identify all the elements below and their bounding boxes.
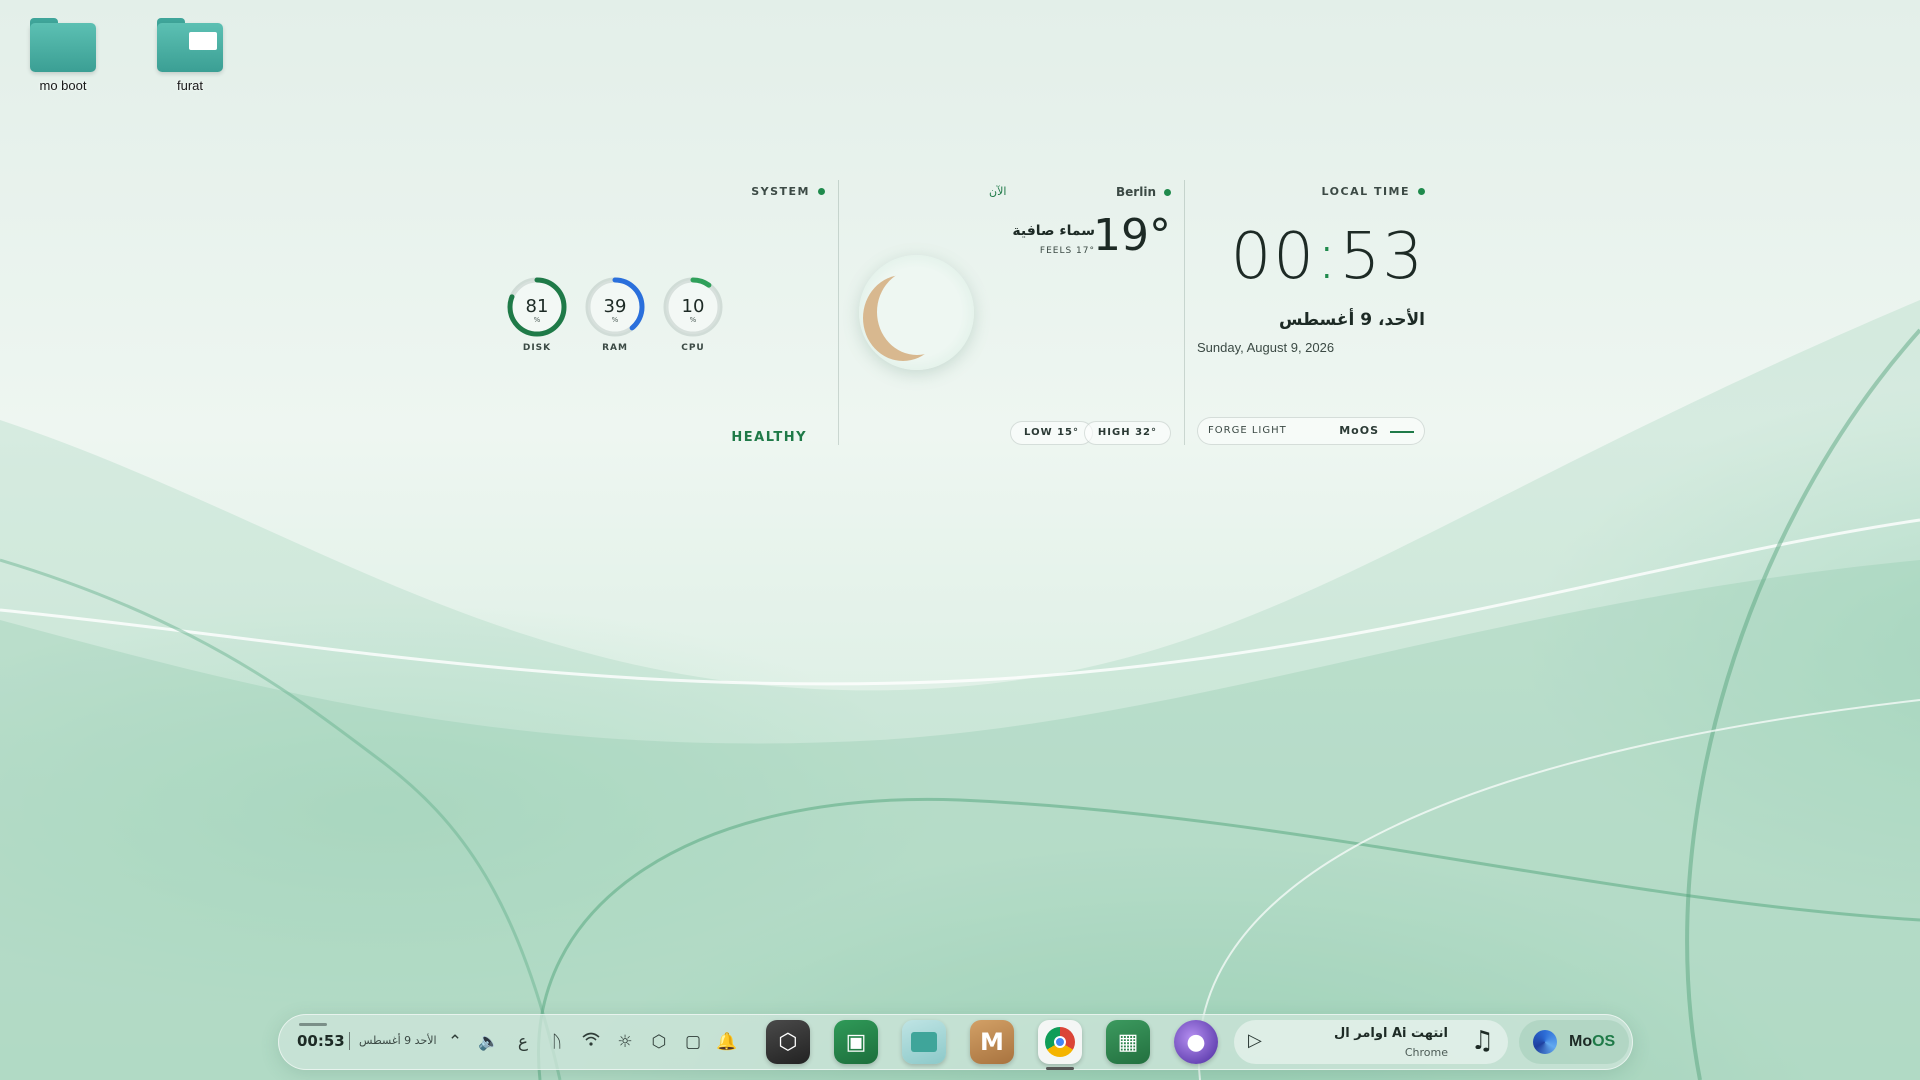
files-app-icon[interactable] bbox=[902, 1020, 946, 1064]
clock-hours: 00 bbox=[1230, 220, 1316, 294]
dashboard-widget: SYSTEM 81 % DISK 39 % RAM 10 % CPU HEALT… bbox=[500, 180, 1425, 445]
date-arabic: الأحد، 9 أغسطس bbox=[1278, 310, 1425, 330]
disk-value: 81 bbox=[526, 296, 549, 317]
weather-city: Berlin bbox=[1116, 185, 1171, 199]
weather-condition: سماء صافية bbox=[1012, 223, 1095, 239]
clock-minutes: 53 bbox=[1339, 220, 1425, 294]
devices-app-icon[interactable]: ▣ bbox=[834, 1020, 878, 1064]
system-title-text: SYSTEM bbox=[751, 185, 810, 198]
play-icon[interactable]: ▷ bbox=[1248, 1030, 1262, 1051]
health-status: HEALTHY bbox=[731, 430, 807, 445]
media-title: اوامر ال Ai انتهت bbox=[1334, 1026, 1448, 1041]
status-dot bbox=[1164, 188, 1171, 196]
gauge-disk: 81 % DISK bbox=[505, 275, 569, 353]
chevron-up-icon[interactable]: ⌃ bbox=[444, 1029, 466, 1055]
moos-label-mo: Mo bbox=[1569, 1033, 1593, 1050]
theme-label: FORGE LIGHT bbox=[1208, 425, 1287, 436]
taskbar-date[interactable]: الأحد 9 أغسطس bbox=[359, 1034, 437, 1047]
moos-label-os: OS bbox=[1592, 1033, 1616, 1050]
audio-icon[interactable]: 🔈 bbox=[478, 1029, 500, 1055]
status-dot bbox=[818, 188, 825, 195]
time-title-text: LOCAL TIME bbox=[1321, 185, 1410, 198]
weather-city-text: Berlin bbox=[1116, 185, 1156, 199]
weather-low: LOW 15° bbox=[1010, 421, 1093, 445]
moos-label: MoOS bbox=[1569, 1033, 1615, 1051]
ram-unit: % bbox=[612, 316, 619, 324]
cube-icon[interactable]: ⬡ bbox=[648, 1029, 670, 1055]
weather-now-label: الآن bbox=[989, 185, 1007, 198]
wallpaper bbox=[0, 300, 1920, 1080]
cpu-label: CPU bbox=[681, 343, 705, 353]
clock-colon: : bbox=[1316, 220, 1340, 294]
disk-gauge-ring: 81 % bbox=[507, 277, 567, 337]
weather-temp: 19° bbox=[1093, 210, 1171, 261]
running-indicator bbox=[1046, 1067, 1074, 1070]
bluetooth-icon[interactable]: ᚢ bbox=[546, 1029, 568, 1055]
disk-unit: % bbox=[534, 316, 541, 324]
date-english: Sunday, August 9, 2026 bbox=[1197, 340, 1335, 355]
system-panel: SYSTEM 81 % DISK 39 % RAM 10 % CPU HEALT… bbox=[500, 180, 837, 445]
clock: 00:53 bbox=[1231, 220, 1425, 294]
desktop-icon-furat[interactable]: furat bbox=[135, 18, 245, 93]
weather-high: HIGH 32° bbox=[1083, 421, 1171, 445]
weather-feels: FEELS 17° bbox=[1039, 246, 1095, 256]
time-panel: LOCAL TIME 00:53 الأحد، 9 أغسطس Sunday, … bbox=[1184, 180, 1425, 445]
gauge-cpu: 10 % CPU bbox=[661, 275, 725, 353]
gauge-ram: 39 % RAM bbox=[583, 275, 647, 353]
desktop-icon-label: mo boot bbox=[39, 78, 87, 93]
time-progress bbox=[299, 1023, 327, 1026]
ram-gauge-ring: 39 % bbox=[585, 277, 645, 337]
m-app-icon[interactable]: M bbox=[970, 1020, 1014, 1064]
taskbar-time[interactable]: 00:53 bbox=[297, 1032, 345, 1050]
language-icon[interactable]: ع bbox=[512, 1029, 534, 1055]
screen-icon[interactable]: ▢ bbox=[682, 1029, 704, 1055]
music-note-icon[interactable]: ♫ bbox=[1471, 1026, 1494, 1056]
system-tray: ⌃ 🔈 ع ᚢ ☼ ⬡ ▢ 🔔 bbox=[444, 1029, 738, 1055]
desktop-icon-label: furat bbox=[176, 78, 203, 93]
apps-grid-icon[interactable]: ▦ bbox=[1106, 1020, 1150, 1064]
brightness-icon[interactable]: ☼ bbox=[614, 1029, 636, 1055]
divider bbox=[349, 1032, 350, 1050]
folder-icon bbox=[157, 18, 223, 72]
folder-icon bbox=[30, 18, 96, 72]
cpu-gauge-ring: 10 % bbox=[663, 277, 723, 337]
moos-logo-icon bbox=[1533, 1030, 1557, 1054]
moon-icon bbox=[859, 255, 974, 370]
theme-bar[interactable]: FORGE LIGHT MoOS bbox=[1197, 417, 1425, 445]
media-player[interactable]: ▷ اوامر ال Ai انتهت Chrome ♫ bbox=[1234, 1020, 1508, 1064]
theme-line bbox=[1390, 431, 1414, 433]
weather-panel[interactable]: الآن Berlin 19° سماء صافية FEELS 17° LOW… bbox=[838, 180, 1183, 445]
taskbar: 00:53 الأحد 9 أغسطس ⌃ 🔈 ع ᚢ ☼ ⬡ ▢ 🔔 ⬡ ▣ … bbox=[278, 1014, 1633, 1070]
system-title: SYSTEM bbox=[751, 185, 825, 198]
moos-launcher-button[interactable]: MoOS bbox=[1519, 1020, 1629, 1064]
theme-brand: MoOS bbox=[1339, 424, 1379, 437]
ram-label: RAM bbox=[602, 343, 628, 353]
desktop-icon-mo-boot[interactable]: mo boot bbox=[8, 18, 118, 93]
bell-icon[interactable]: 🔔 bbox=[716, 1029, 738, 1055]
media-source: Chrome bbox=[1404, 1046, 1448, 1059]
ram-value: 39 bbox=[604, 296, 627, 317]
status-dot bbox=[1418, 188, 1425, 195]
wifi-icon[interactable] bbox=[580, 1029, 602, 1055]
cpu-value: 10 bbox=[682, 296, 705, 317]
cube-app-icon[interactable]: ⬡ bbox=[766, 1020, 810, 1064]
cat-app-icon[interactable]: ● bbox=[1174, 1020, 1218, 1064]
time-title: LOCAL TIME bbox=[1322, 185, 1425, 198]
dock-apps: ⬡ ▣ M ▦ ● bbox=[766, 1020, 1218, 1070]
chrome-icon[interactable] bbox=[1038, 1020, 1082, 1070]
disk-label: DISK bbox=[522, 343, 552, 353]
cpu-unit: % bbox=[690, 316, 697, 324]
gauges: 81 % DISK 39 % RAM 10 % CPU bbox=[505, 275, 725, 353]
